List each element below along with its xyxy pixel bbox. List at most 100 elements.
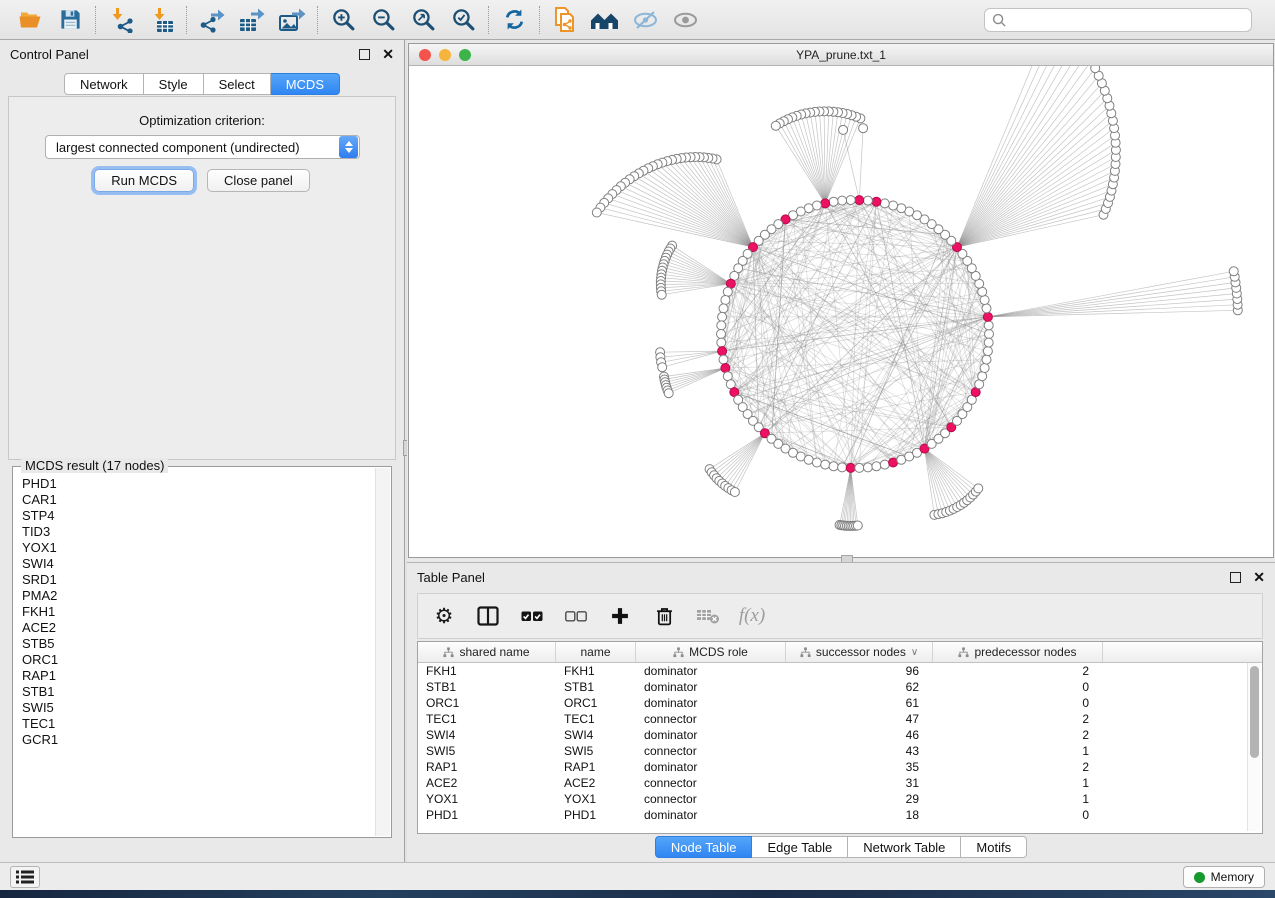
mcds-result-item[interactable]: STP4 bbox=[22, 508, 375, 524]
tab-select[interactable]: Select bbox=[204, 73, 271, 95]
float-panel-icon[interactable] bbox=[1230, 572, 1241, 583]
table-row[interactable]: STB1 STB1 dominator 62 0 bbox=[418, 679, 1246, 695]
duplicate-network-button[interactable] bbox=[545, 4, 585, 36]
mcds-result-list[interactable]: PHD1CAR1STP4TID3YOX1SWI4SRD1PMA2FKH1ACE2… bbox=[14, 468, 375, 836]
close-panel-icon[interactable]: ✕ bbox=[1253, 570, 1265, 584]
mcds-result-item[interactable]: FKH1 bbox=[22, 604, 375, 620]
mcds-result-item[interactable]: ORC1 bbox=[22, 652, 375, 668]
main-toolbar bbox=[0, 0, 1275, 40]
eye-icon bbox=[672, 8, 699, 32]
delete-column-button[interactable] bbox=[650, 602, 678, 630]
mcds-result-item[interactable]: PMA2 bbox=[22, 588, 375, 604]
first-neighbors-button[interactable] bbox=[585, 4, 625, 36]
table-scrollbar[interactable] bbox=[1247, 663, 1260, 831]
table-header: shared name name MCDS role successor nod… bbox=[418, 642, 1262, 663]
col-predecessor-nodes[interactable]: predecessor nodes bbox=[933, 642, 1103, 662]
minimize-window-icon[interactable] bbox=[439, 49, 451, 61]
result-list-scrollbar[interactable] bbox=[375, 468, 390, 836]
table-row[interactable]: SWI5 SWI5 connector 43 1 bbox=[418, 743, 1246, 759]
mcds-result-item[interactable]: SRD1 bbox=[22, 572, 375, 588]
function-builder-button[interactable]: f(x) bbox=[738, 602, 766, 630]
table-row[interactable]: FKH1 FKH1 dominator 96 2 bbox=[418, 663, 1246, 679]
split-view-button[interactable] bbox=[474, 602, 502, 630]
mcds-result-item[interactable]: SWI5 bbox=[22, 700, 375, 716]
search-input[interactable] bbox=[1007, 13, 1244, 27]
criterion-dropdown[interactable]: largest connected component (undirected) bbox=[45, 135, 360, 159]
open-folder-icon bbox=[17, 8, 43, 32]
table-toolbar: ⚙ bbox=[417, 593, 1263, 639]
save-session-button[interactable] bbox=[50, 4, 90, 36]
mcds-result-item[interactable]: STB5 bbox=[22, 636, 375, 652]
tab-edge-table[interactable]: Edge Table bbox=[752, 836, 848, 858]
mcds-result-item[interactable]: TID3 bbox=[22, 524, 375, 540]
table-settings-button[interactable]: ⚙ bbox=[430, 602, 458, 630]
select-all-button[interactable] bbox=[518, 602, 546, 630]
tab-motifs[interactable]: Motifs bbox=[961, 836, 1027, 858]
network-canvas[interactable] bbox=[409, 66, 1273, 557]
export-network-button[interactable] bbox=[192, 4, 232, 36]
hide-panels-button[interactable] bbox=[625, 4, 665, 36]
show-panels-button[interactable] bbox=[665, 4, 705, 36]
tab-node-table[interactable]: Node Table bbox=[655, 836, 753, 858]
export-image-button[interactable] bbox=[272, 4, 312, 36]
col-mcds-role[interactable]: MCDS role bbox=[636, 642, 786, 662]
houses-icon bbox=[590, 8, 620, 32]
zoom-fit-icon bbox=[411, 7, 436, 32]
zoom-out-button[interactable] bbox=[363, 4, 403, 36]
tree-icon bbox=[443, 647, 454, 658]
open-file-button[interactable] bbox=[10, 4, 50, 36]
memory-button[interactable]: Memory bbox=[1183, 866, 1265, 888]
table-row[interactable]: YOX1 YOX1 connector 29 1 bbox=[418, 791, 1246, 807]
mcds-result-item[interactable]: TEC1 bbox=[22, 716, 375, 732]
search-box[interactable] bbox=[984, 8, 1252, 32]
delete-table-button[interactable] bbox=[694, 602, 722, 630]
deselect-all-button[interactable] bbox=[562, 602, 590, 630]
tab-mcds[interactable]: MCDS bbox=[271, 73, 340, 95]
status-bar: Memory bbox=[0, 862, 1275, 890]
tab-network[interactable]: Network bbox=[64, 73, 144, 95]
export-table-button[interactable] bbox=[232, 4, 272, 36]
table-row[interactable]: SWI4 SWI4 dominator 46 2 bbox=[418, 727, 1246, 743]
tab-network-table[interactable]: Network Table bbox=[848, 836, 961, 858]
maximize-window-icon[interactable] bbox=[459, 49, 471, 61]
col-shared-name[interactable]: shared name bbox=[418, 642, 556, 662]
mcds-result-item[interactable]: YOX1 bbox=[22, 540, 375, 556]
col-successor-nodes[interactable]: successor nodes ∨ bbox=[786, 642, 933, 662]
table-row[interactable]: TEC1 TEC1 connector 47 2 bbox=[418, 711, 1246, 727]
tab-style[interactable]: Style bbox=[144, 73, 204, 95]
control-panel-title: Control Panel bbox=[10, 47, 89, 62]
run-mcds-button[interactable]: Run MCDS bbox=[94, 169, 194, 192]
zoom-fit-button[interactable] bbox=[403, 4, 443, 36]
close-panel-icon[interactable]: ✕ bbox=[382, 47, 394, 61]
mcds-result-item[interactable]: CAR1 bbox=[22, 492, 375, 508]
mcds-result-item[interactable]: SWI4 bbox=[22, 556, 375, 572]
close-panel-button[interactable]: Close panel bbox=[207, 169, 310, 192]
import-network-button[interactable] bbox=[101, 4, 141, 36]
mcds-result-item[interactable]: ACE2 bbox=[22, 620, 375, 636]
zoom-in-icon bbox=[331, 7, 356, 32]
col-name[interactable]: name bbox=[556, 642, 636, 662]
checked-boxes-icon bbox=[521, 611, 543, 622]
mcds-result-item[interactable]: STB1 bbox=[22, 684, 375, 700]
refresh-button[interactable] bbox=[494, 4, 534, 36]
network-graph[interactable] bbox=[409, 66, 1273, 557]
add-column-button[interactable] bbox=[606, 602, 634, 630]
mcds-result-item[interactable]: PHD1 bbox=[22, 476, 375, 492]
mcds-result-item[interactable]: RAP1 bbox=[22, 668, 375, 684]
chevron-down-icon[interactable]: ∨ bbox=[911, 647, 918, 658]
task-history-button[interactable] bbox=[10, 866, 40, 888]
close-window-icon[interactable] bbox=[419, 49, 431, 61]
table-row[interactable]: RAP1 RAP1 dominator 35 2 bbox=[418, 759, 1246, 775]
mcds-result-item[interactable]: GCR1 bbox=[22, 732, 375, 748]
zoom-selected-button[interactable] bbox=[443, 4, 483, 36]
list-icon bbox=[16, 870, 34, 884]
import-table-button[interactable] bbox=[141, 4, 181, 36]
float-panel-icon[interactable] bbox=[359, 49, 370, 60]
table-row[interactable]: ORC1 ORC1 dominator 61 0 bbox=[418, 695, 1246, 711]
scrollbar-thumb[interactable] bbox=[1250, 666, 1259, 758]
zoom-in-button[interactable] bbox=[323, 4, 363, 36]
table-row[interactable]: PHD1 PHD1 dominator 18 0 bbox=[418, 807, 1246, 823]
table-row[interactable]: ACE2 ACE2 connector 31 1 bbox=[418, 775, 1246, 791]
network-titlebar[interactable]: YPA_prune.txt_1 bbox=[409, 44, 1273, 66]
network-window: YPA_prune.txt_1 bbox=[408, 43, 1274, 558]
